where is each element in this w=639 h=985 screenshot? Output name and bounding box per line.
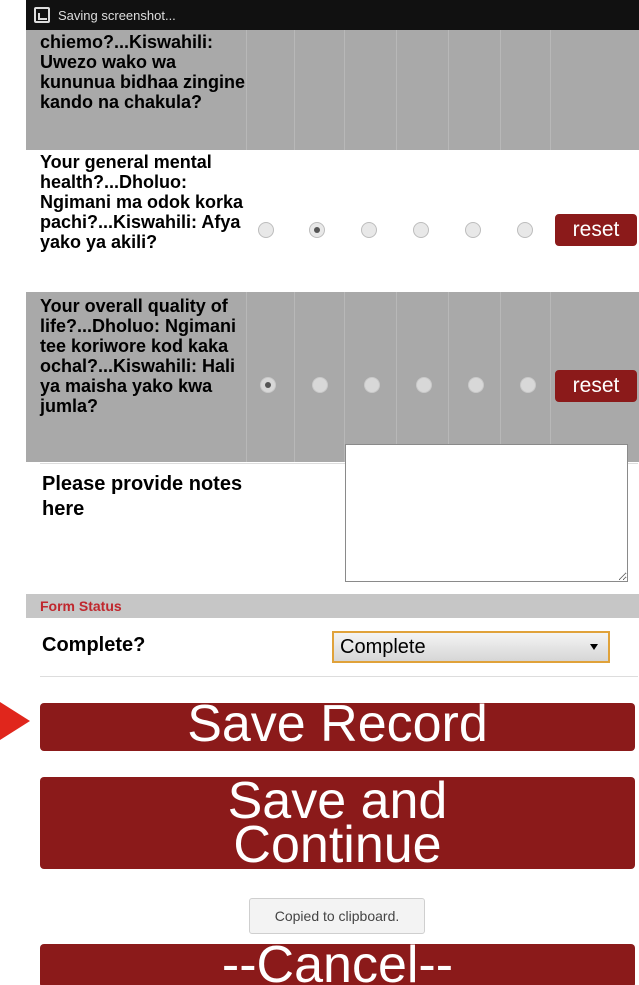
radio-option[interactable] <box>361 222 377 238</box>
notes-textarea[interactable] <box>345 444 628 582</box>
reset-button[interactable]: reset <box>555 214 637 246</box>
dropdown-arrow-icon <box>590 644 598 650</box>
select-value: Complete <box>340 635 426 658</box>
complete-select[interactable]: Complete <box>332 631 610 663</box>
status-bar: Saving screenshot... <box>26 0 639 30</box>
question-row: Your overall quality of life?...Dholuo: … <box>26 292 639 462</box>
radio-option[interactable] <box>416 377 432 393</box>
status-bar-text: Saving screenshot... <box>58 7 176 23</box>
cancel-button[interactable]: --Cancel-- <box>40 944 635 985</box>
radio-option[interactable] <box>520 377 536 393</box>
save-and-continue-button[interactable]: Save and Continue <box>40 777 635 869</box>
radio-option[interactable] <box>517 222 533 238</box>
radio-option[interactable] <box>258 222 274 238</box>
reset-button[interactable]: reset <box>555 370 637 402</box>
divider <box>40 676 638 677</box>
radio-option[interactable] <box>413 222 429 238</box>
question-text: Your overall quality of life?...Dholuo: … <box>40 296 236 416</box>
radio-option[interactable] <box>465 222 481 238</box>
save-record-label: Save Record <box>187 703 488 751</box>
complete-label: Complete? <box>42 634 146 656</box>
section-title: Form Status <box>40 598 122 614</box>
radio-option-selected[interactable] <box>309 222 325 238</box>
notes-label: Please provide notes here <box>42 473 243 520</box>
save-continue-line2: Continue <box>233 816 442 869</box>
question-text: chiemo?...Kiswahili: Uwezo wako wa kunun… <box>40 32 246 112</box>
cancel-label: --Cancel-- <box>221 944 454 985</box>
radio-option[interactable] <box>312 377 328 393</box>
radio-option[interactable] <box>364 377 380 393</box>
toast-message: Copied to clipboard. <box>249 898 425 934</box>
pointer-arrow-icon <box>0 702 30 740</box>
radio-option-selected[interactable] <box>260 377 276 393</box>
screenshot-icon <box>34 7 50 23</box>
form-status-header: Form Status <box>26 594 639 618</box>
question-row: Your general mental health?...Dholuo: Ng… <box>26 150 639 292</box>
radio-option[interactable] <box>468 377 484 393</box>
question-text: Your general mental health?...Dholuo: Ng… <box>40 152 244 252</box>
save-record-button[interactable]: Save Record <box>40 703 635 751</box>
